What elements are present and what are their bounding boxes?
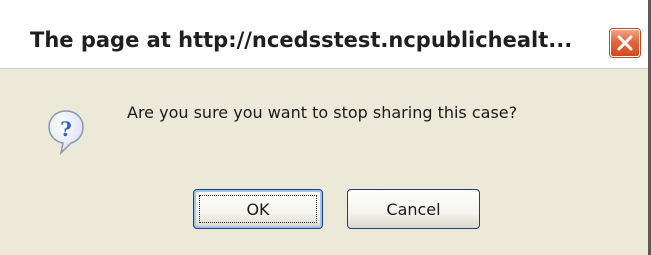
dialog-message: Are you sure you want to stop sharing th…: [127, 103, 518, 122]
dialog-body: ? Are you sure you want to stop sharing …: [0, 69, 648, 255]
confirm-dialog: The page at http://ncedsstest.ncpubliche…: [0, 0, 651, 255]
dialog-title: The page at http://ncedsstest.ncpubliche…: [30, 28, 573, 52]
cancel-button-label: Cancel: [386, 199, 441, 219]
svg-text:?: ?: [60, 117, 72, 141]
ok-button[interactable]: OK: [193, 189, 323, 229]
title-bar[interactable]: The page at http://ncedsstest.ncpubliche…: [0, 0, 648, 69]
cancel-button[interactable]: Cancel: [347, 189, 480, 229]
focus-ring: [199, 195, 317, 223]
close-button[interactable]: [610, 29, 640, 57]
close-icon: [617, 35, 633, 51]
question-icon: ?: [48, 110, 84, 155]
